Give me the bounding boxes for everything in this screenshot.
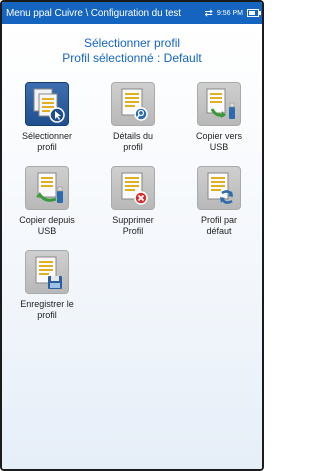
- window-title: Menu ppal Cuivre \ Configuration du test: [6, 7, 181, 19]
- save-profile-icon: [25, 250, 69, 294]
- select-profile-button[interactable]: Sélectionner profil: [8, 82, 86, 153]
- select-profile-label: Sélectionner profil: [21, 131, 73, 152]
- copy-from-usb-icon: [25, 166, 69, 210]
- sync-icon: ⇄: [204, 7, 213, 19]
- copy-to-usb-label: Copier vers USB: [195, 131, 242, 152]
- save-profile-label: Enregistrer le profil: [20, 299, 74, 320]
- copy-from-usb-label: Copier depuis USB: [19, 215, 75, 236]
- battery-icon: [247, 9, 261, 17]
- profile-details-button[interactable]: Détails du profil: [94, 82, 172, 153]
- save-profile-button[interactable]: Enregistrer le profil: [8, 250, 86, 321]
- page-heading: Sélectionner profil Profil sélectionné :…: [2, 36, 262, 66]
- device-frame: Menu ppal Cuivre \ Configuration du test…: [0, 0, 264, 471]
- default-profile-icon: [197, 166, 241, 210]
- profile-details-icon: [111, 82, 155, 126]
- copy-to-usb-button[interactable]: Copier vers USB: [180, 82, 258, 153]
- default-profile-button[interactable]: Profil par défaut: [180, 166, 258, 237]
- main-content: Sélectionner profil Profil sélectionné :…: [2, 24, 262, 469]
- status-bar: Menu ppal Cuivre \ Configuration du test…: [2, 2, 262, 24]
- delete-profile-label: Supprimer Profil: [112, 215, 154, 236]
- copy-to-usb-icon: [197, 82, 241, 126]
- delete-profile-button[interactable]: Supprimer Profil: [94, 166, 172, 237]
- default-profile-label: Profil par défaut: [200, 215, 237, 236]
- page-title: Sélectionner profil: [83, 36, 181, 50]
- select-profile-icon: [25, 82, 69, 126]
- selected-profile-text: Profil sélectionné : Default: [62, 51, 202, 65]
- status-time: 9:56 PM: [216, 9, 243, 17]
- profile-details-label: Détails du profil: [112, 131, 154, 152]
- delete-profile-icon: [111, 166, 155, 210]
- copy-from-usb-button[interactable]: Copier depuis USB: [8, 166, 86, 237]
